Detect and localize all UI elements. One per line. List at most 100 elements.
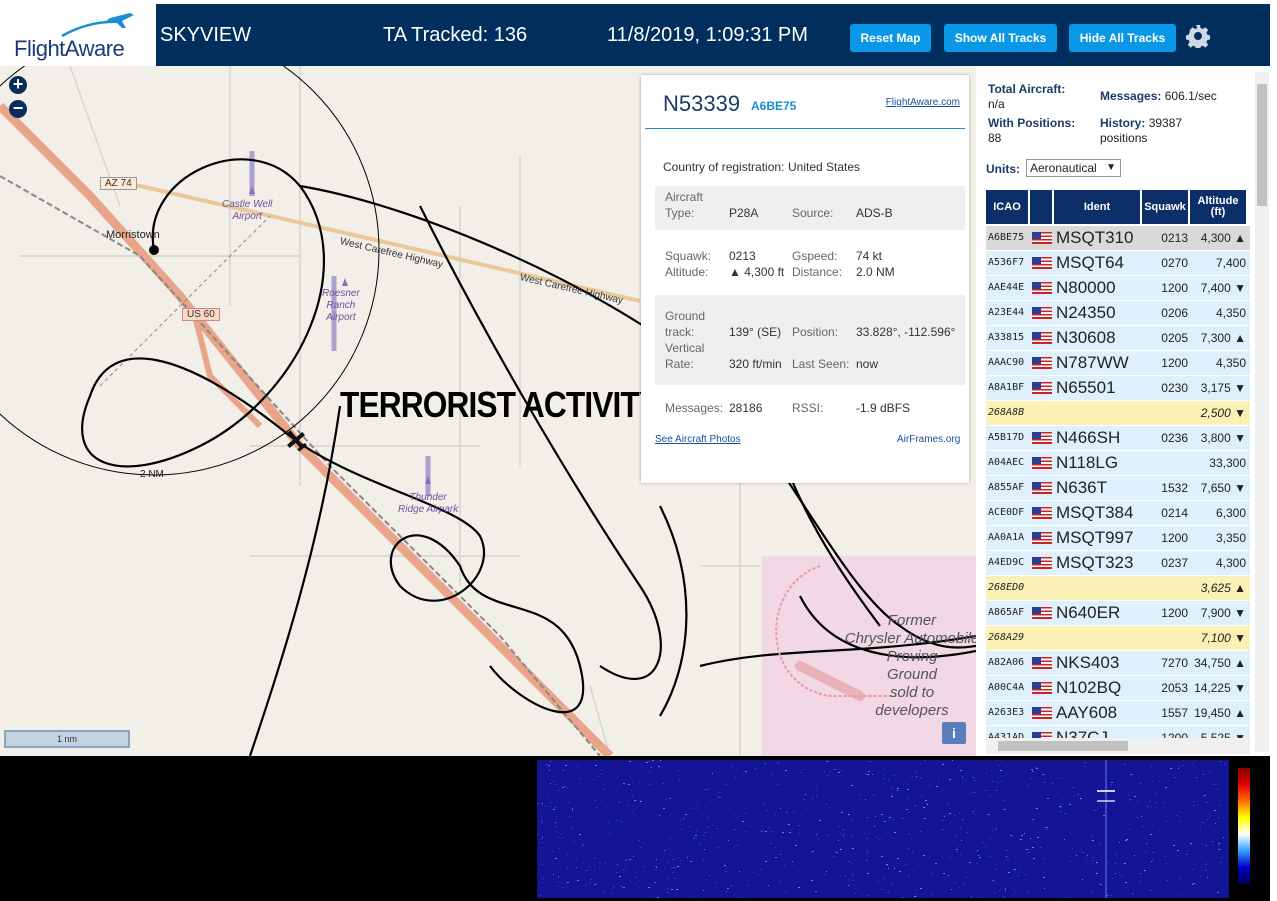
range-ring-label: 2 NM (140, 469, 164, 480)
ident-cell: N30608 (1056, 328, 1116, 347)
place-label-morristown: Morristown (106, 229, 160, 241)
squawk-cell: 0214 (1161, 506, 1188, 520)
aircraft-hex: A6BE75 (751, 99, 797, 113)
panel-vertical-scrollbar[interactable] (1255, 72, 1269, 752)
icao-cell: A04AEC (988, 457, 1025, 468)
airframes-link[interactable]: AirFrames.org (897, 432, 960, 448)
table-row[interactable]: A536F7 MSQT64 0270 7,400 (986, 251, 1250, 276)
ident-cell: MSQT310 (1056, 228, 1134, 247)
position-label: Position: (792, 325, 839, 339)
ident-cell: MSQT64 (1056, 253, 1125, 272)
vertical-rate-value: 320 ft/min (729, 357, 782, 371)
column-header-flag[interactable] (1030, 190, 1052, 224)
us-flag-icon (1032, 532, 1052, 544)
table-row[interactable]: A33815 N30608 0205 7,300 ▲ (986, 326, 1250, 351)
us-flag-icon (1032, 507, 1052, 519)
info-button[interactable]: i (942, 722, 966, 744)
table-row[interactable]: ACE0DF MSQT384 0214 6,300 (986, 501, 1250, 526)
panel-horizontal-scrollbar[interactable] (986, 738, 1250, 754)
table-row[interactable]: A82A06 NKS403 7270 34,750 ▲ (986, 651, 1250, 676)
us-flag-icon (1032, 557, 1052, 569)
ident-cell: N102BQ (1056, 678, 1122, 697)
icao-cell: 268A8B (988, 407, 1025, 418)
table-row[interactable]: A04AEC N118LG 33,300 (986, 451, 1250, 476)
ident-cell: N24350 (1056, 303, 1116, 322)
panel-messages-label: Messages: (1100, 89, 1162, 103)
table-row[interactable]: AAAC90 N787WW 1200 4,350 (986, 351, 1250, 376)
squawk-cell: 0206 (1161, 306, 1188, 320)
icao-cell: A6BE75 (988, 232, 1025, 243)
table-row[interactable]: A23E44 N24350 0206 4,350 (986, 301, 1250, 326)
road-label-us60: US 60 (182, 308, 220, 321)
gear-icon[interactable] (1186, 24, 1210, 48)
squawk-cell: 0270 (1161, 256, 1188, 270)
altitude-cell: 7,400 (1215, 256, 1246, 270)
top-bar: FlightAware SKYVIEW TA Tracked: 136 11/8… (0, 0, 1270, 66)
us-flag-icon (1032, 657, 1052, 669)
squawk-cell: 1557 (1161, 706, 1188, 720)
flightaware-link[interactable]: FlightAware.com (886, 97, 960, 108)
with-positions-value: 88 (988, 131, 1002, 145)
aircraft-photos-link[interactable]: See Aircraft Photos (655, 432, 741, 448)
altitude-cell: 2,500 ▼ (1200, 406, 1246, 420)
distance-label: Distance: (792, 265, 843, 279)
squawk-cell (1146, 401, 1188, 425)
flightaware-logo[interactable]: FlightAware (0, 4, 156, 66)
ident-cell: N80000 (1056, 278, 1116, 297)
table-row[interactable]: 268A8B 2,500 ▼ (986, 401, 1250, 426)
altitude-cell: 4,300 (1215, 556, 1246, 570)
table-row[interactable]: A00C4A N102BQ 2053 14,225 ▼ (986, 676, 1250, 701)
altitude-value: ▲ 4,300 ft (729, 265, 785, 279)
ident-cell: NKS403 (1056, 653, 1120, 672)
position-value: 33.828°, -112.596° (856, 325, 956, 339)
table-row[interactable]: A865AF N640ER 1200 7,900 ▼ (986, 601, 1250, 626)
altitude-cell: 4,350 (1215, 356, 1246, 370)
units-select[interactable]: Aeronautical ▼ (1026, 159, 1121, 177)
squawk-cell: 0237 (1161, 556, 1188, 570)
popup-divider (645, 128, 965, 129)
column-header-altitude[interactable]: Altitude (ft) (1190, 190, 1246, 224)
table-row[interactable]: A8A1BF N65501 0230 3,175 ▼ (986, 376, 1250, 401)
show-all-tracks-button[interactable]: Show All Tracks (944, 24, 1057, 52)
table-row[interactable]: AAE44E N80000 1200 7,400 ▼ (986, 276, 1250, 301)
icao-cell: A33815 (988, 332, 1025, 343)
table-row[interactable]: AA0A1A MSQT997 1200 3,350 (986, 526, 1250, 551)
country-value: United States (788, 160, 861, 174)
vertical-rate-label: Vertical Rate: (665, 341, 705, 371)
reset-map-button[interactable]: Reset Map (850, 24, 931, 52)
ident-cell: N640ER (1056, 603, 1121, 622)
altitude-cell: 14,225 ▼ (1194, 681, 1246, 695)
column-header-squawk[interactable]: Squawk (1142, 190, 1188, 224)
us-flag-icon (1032, 332, 1052, 344)
table-row[interactable]: A4ED9C MSQT323 0237 4,300 (986, 551, 1250, 576)
zoom-out-button[interactable]: − (9, 99, 27, 118)
zoom-in-button[interactable]: + (9, 75, 27, 94)
aircraft-type-label: Aircraft Type: (665, 190, 704, 220)
table-row[interactable]: A263E3 AAY608 1557 19,450 ▲ (986, 701, 1250, 726)
airport-label-thunder-ridge: Thunder Ridge Airpark (398, 492, 459, 515)
altitude-cell: 34,750 ▲ (1194, 656, 1246, 670)
us-flag-icon (1032, 232, 1052, 244)
icao-cell: A865AF (988, 607, 1025, 618)
squawk-cell: 1200 (1161, 356, 1188, 370)
table-row[interactable]: 268ED0 3,625 ▲ (986, 576, 1250, 601)
total-aircraft-stat: Total Aircraft: n/a (988, 82, 1065, 112)
horizontal-scroll-thumb[interactable] (998, 741, 1128, 751)
icao-cell: A263E3 (988, 707, 1025, 718)
squawk-value: 0213 (729, 249, 756, 263)
window-edge (1270, 0, 1277, 901)
table-row[interactable]: 268A29 7,100 ▼ (986, 626, 1250, 651)
squawk-cell: 0236 (1161, 431, 1188, 445)
table-row[interactable]: A855AF N636T 1532 7,650 ▼ (986, 476, 1250, 501)
table-row[interactable]: A5B17D N466SH 0236 3,800 ▼ (986, 426, 1250, 451)
altitude-cell: 3,175 ▼ (1200, 381, 1246, 395)
vertical-scroll-thumb[interactable] (1257, 84, 1267, 206)
column-header-icao[interactable]: ICAO (986, 190, 1028, 224)
hide-all-tracks-button[interactable]: Hide All Tracks (1069, 24, 1176, 52)
spectrum-waterfall (507, 760, 1229, 898)
bottom-black-area (0, 756, 494, 901)
table-row[interactable]: A6BE75 MSQT310 0213 4,300 ▲ (986, 226, 1250, 251)
us-flag-icon (1032, 707, 1052, 719)
altitude-cell: 4,350 (1215, 306, 1246, 320)
column-header-ident[interactable]: Ident (1054, 190, 1140, 224)
